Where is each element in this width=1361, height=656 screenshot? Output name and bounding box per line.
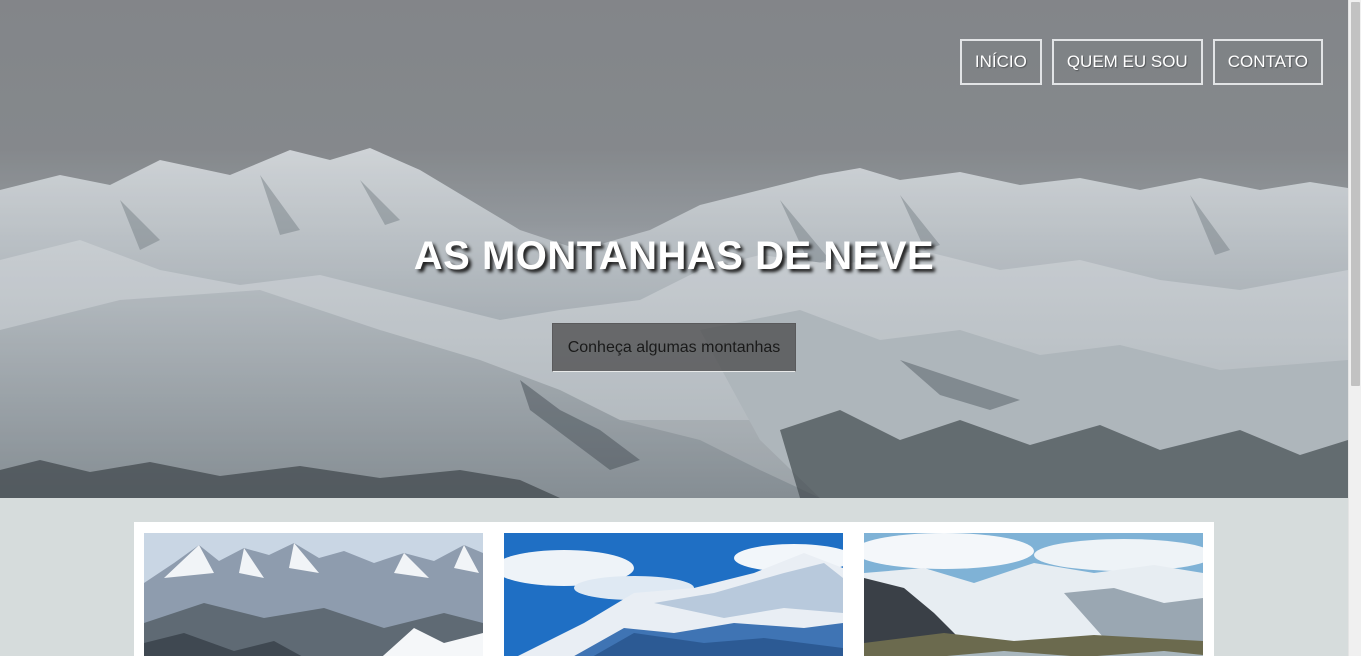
gallery-card-2[interactable]: [504, 533, 843, 656]
nav-inicio-button[interactable]: INÍCIO: [959, 39, 1042, 85]
hero-title: AS MONTANHAS DE NEVE: [413, 234, 935, 278]
snowy-peaks-image: [144, 533, 483, 656]
gallery-card-1[interactable]: [144, 533, 483, 656]
hero-banner: INÍCIO QUEM EU SOU CONTATO AS MONTANHAS …: [0, 0, 1348, 498]
page: INÍCIO QUEM EU SOU CONTATO AS MONTANHAS …: [0, 0, 1361, 656]
nav-contato-button[interactable]: CONTATO: [1212, 39, 1323, 85]
blue-sky-snow-ridge-image: [504, 533, 843, 656]
scrollbar-thumb[interactable]: [1351, 2, 1360, 386]
hero-cta-button[interactable]: Conheça algumas montanhas: [552, 323, 796, 372]
gallery-panel: [134, 522, 1214, 656]
gallery-card-3[interactable]: [864, 533, 1203, 656]
page-scrollbar[interactable]: [1348, 0, 1361, 656]
glacier-valley-image: [864, 533, 1203, 656]
main-nav: INÍCIO QUEM EU SOU CONTATO: [959, 39, 1323, 85]
nav-quem-eu-sou-button[interactable]: QUEM EU SOU: [1051, 39, 1203, 85]
